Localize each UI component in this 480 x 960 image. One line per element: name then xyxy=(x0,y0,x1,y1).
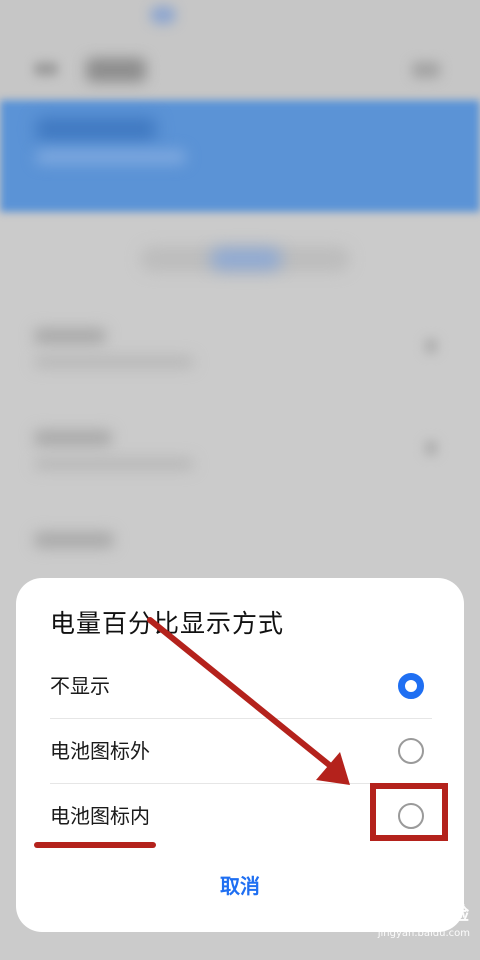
background-pill-active xyxy=(210,248,282,270)
option-label: 电池图标外 xyxy=(50,739,150,763)
background-menu-icon xyxy=(412,62,440,78)
background-banner-subtext xyxy=(36,150,186,164)
background-row-title xyxy=(34,430,112,446)
watermark-url: jingyan.baidu.com xyxy=(377,928,470,939)
annotation-highlight-box xyxy=(370,783,448,841)
option-label: 电池图标内 xyxy=(50,804,150,828)
background-row-title xyxy=(34,532,114,548)
background-row-subtitle xyxy=(34,356,194,368)
background-status-dot xyxy=(150,6,176,24)
option-hidden[interactable]: 不显示 xyxy=(16,654,464,718)
baidu-jingyan-watermark: Bai 经验 jingyan.baidu.com xyxy=(360,900,470,950)
cancel-button[interactable]: 取消 xyxy=(16,870,464,899)
background-row-title xyxy=(34,328,106,344)
dialog-title: 电量百分比显示方式 xyxy=(50,609,285,638)
background-chevron-icon xyxy=(424,440,438,456)
background-title xyxy=(86,58,146,82)
background-header xyxy=(0,0,480,100)
radio-checked-icon[interactable] xyxy=(398,673,424,699)
annotation-underline xyxy=(34,842,156,848)
background-row-subtitle xyxy=(34,458,194,470)
watermark-logo: Bai 经验 xyxy=(389,904,470,925)
background-back-icon xyxy=(34,62,58,76)
radio-unchecked-icon[interactable] xyxy=(398,738,424,764)
background-chevron-icon xyxy=(424,338,438,354)
battery-percentage-dialog: 电量百分比显示方式 不显示 电池图标外 电池图标内 取消 xyxy=(16,578,464,932)
option-outside-battery-icon[interactable]: 电池图标外 xyxy=(16,719,464,783)
background-banner-text xyxy=(36,118,156,140)
option-label: 不显示 xyxy=(50,674,110,698)
